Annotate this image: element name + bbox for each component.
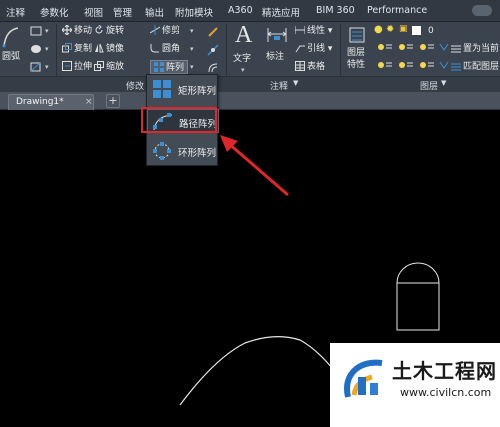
array-button[interactable]: 阵列 xyxy=(150,60,189,74)
document-tab-bar: Drawing1* × + xyxy=(0,92,500,110)
bulb-icon: ● xyxy=(374,24,383,35)
linear-dimension-icon xyxy=(295,25,305,34)
close-icon[interactable]: × xyxy=(85,97,93,107)
chevron-down-icon[interactable]: ▾ xyxy=(190,27,194,35)
erase-icon[interactable] xyxy=(207,26,219,38)
sun-icon: ✹ xyxy=(386,24,395,35)
set-current-layer-button[interactable]: 置为当前 xyxy=(451,42,499,56)
watermark-title: 土木工程网 xyxy=(392,359,497,383)
expand-ribbon-toggle[interactable] xyxy=(472,5,492,16)
rectangular-array-icon xyxy=(153,80,171,98)
rectangular-array-label: 矩形阵列 xyxy=(178,86,217,97)
text-label: 文字 xyxy=(233,54,252,64)
layer-color-swatch xyxy=(412,26,421,35)
tab-output[interactable]: 输出 xyxy=(145,5,164,19)
tab-annotate[interactable]: 注释 xyxy=(6,5,25,19)
new-tab-button[interactable]: + xyxy=(106,94,120,108)
layer-properties-button[interactable]: 图层 特性 xyxy=(346,22,370,84)
polar-array-item[interactable]: 环形阵列 xyxy=(147,139,219,163)
chevron-down-icon[interactable]: ▾ xyxy=(190,45,194,53)
leader-button[interactable]: 引线 ▾ xyxy=(295,42,332,56)
panel-modify-title[interactable]: 修改 xyxy=(126,79,144,92)
arched-shape xyxy=(396,262,440,331)
lock-icon: ▣ xyxy=(399,24,408,34)
set-current-icon xyxy=(451,45,461,52)
rectangular-array-item[interactable]: 矩形阵列 xyxy=(147,77,219,101)
path-curve xyxy=(179,336,346,406)
tab-parametric[interactable]: 参数化 xyxy=(40,5,69,19)
layer-dropdown[interactable]: ● ✹ ▣ 0 xyxy=(374,24,500,38)
offset-icon[interactable] xyxy=(207,62,219,74)
tab-a360[interactable]: A360 xyxy=(228,5,253,16)
layer-properties-label-2: 特性 xyxy=(347,60,366,70)
arc-label[interactable]: 圆弧 xyxy=(2,50,20,64)
arc-icon[interactable] xyxy=(2,26,20,48)
text-icon: A xyxy=(235,22,253,48)
current-layer-name: 0 xyxy=(428,26,434,36)
watermark: 土木工程网 www.civilcn.com xyxy=(330,343,500,427)
move-button[interactable]: 移动 xyxy=(62,24,92,38)
dimension-tool[interactable]: 标注 xyxy=(264,22,290,82)
chevron-down-icon[interactable]: ▾ xyxy=(45,27,49,35)
chevron-down-icon[interactable]: ▾ xyxy=(45,45,49,53)
linear-button[interactable]: 线性 ▾ xyxy=(295,24,332,38)
rectangle-icon[interactable] xyxy=(30,26,42,36)
stretch-button[interactable]: 拉伸 xyxy=(62,60,92,74)
polar-array-icon xyxy=(153,142,171,160)
leader-icon xyxy=(295,45,305,52)
ribbon-panel-titles: 修改 注释 ▼ 图层 ▼ xyxy=(0,76,500,92)
document-tab[interactable]: Drawing1* × xyxy=(8,94,94,110)
tab-manage[interactable]: 管理 xyxy=(113,5,132,19)
tab-addins[interactable]: 附加模块 xyxy=(175,5,213,19)
annotation-highlight-box xyxy=(141,107,217,133)
layer-properties-icon xyxy=(349,27,365,43)
trim-button[interactable]: 修剪 xyxy=(150,24,180,38)
chevron-down-icon[interactable]: ▼ xyxy=(441,79,446,87)
scale-button[interactable]: 缩放 xyxy=(94,60,124,74)
watermark-url: www.civilcn.com xyxy=(400,386,492,399)
table-button[interactable]: 表格 xyxy=(295,60,325,74)
tab-view[interactable]: 视图 xyxy=(84,5,103,19)
match-layer-button[interactable]: 匹配图层 xyxy=(451,60,499,74)
hatch-icon[interactable] xyxy=(30,44,42,54)
layer-tools-icons[interactable] xyxy=(376,42,456,74)
panel-annotation-title[interactable]: 注释 xyxy=(270,79,288,92)
civilcn-logo xyxy=(344,359,383,398)
fillet-button[interactable]: 圆角 xyxy=(150,42,180,56)
rotate-icon xyxy=(95,24,103,33)
tab-featured-apps[interactable]: 精选应用 xyxy=(262,5,300,19)
scale-icon xyxy=(94,60,104,71)
array-icon xyxy=(154,61,164,72)
chevron-down-icon[interactable]: ▾ xyxy=(190,63,194,71)
explode-icon[interactable] xyxy=(207,44,219,56)
dimension-icon xyxy=(267,28,287,42)
document-tab-title: Drawing1* xyxy=(16,97,64,107)
mirror-icon xyxy=(95,43,104,52)
tab-performance[interactable]: Performance xyxy=(367,5,427,16)
text-tool[interactable]: A 文字 ▾ xyxy=(233,22,259,82)
move-icon xyxy=(62,24,72,35)
ribbon-tab-bar: 注释 参数化 视图 管理 输出 附加模块 A360 精选应用 BIM 360 P… xyxy=(0,0,500,22)
tab-bim360[interactable]: BIM 360 xyxy=(316,5,355,16)
mirror-button[interactable]: 镜像 xyxy=(94,42,124,56)
match-layer-icon xyxy=(451,63,461,70)
copy-button[interactable]: 复制 xyxy=(62,42,92,56)
copy-icon xyxy=(62,42,72,52)
dimension-label: 标注 xyxy=(266,52,285,62)
annotation-arrow xyxy=(220,135,289,197)
chevron-down-icon[interactable]: ▼ xyxy=(293,79,298,87)
chevron-down-icon: ▾ xyxy=(241,66,245,74)
table-icon xyxy=(295,60,305,71)
rotate-button[interactable]: 旋转 xyxy=(94,24,124,38)
trim-icon xyxy=(150,24,160,35)
panel-layers-title[interactable]: 图层 xyxy=(420,79,438,92)
region-icon[interactable] xyxy=(30,62,42,72)
fillet-icon xyxy=(150,43,159,52)
stretch-icon xyxy=(62,60,72,71)
chevron-down-icon[interactable]: ▾ xyxy=(45,63,49,71)
